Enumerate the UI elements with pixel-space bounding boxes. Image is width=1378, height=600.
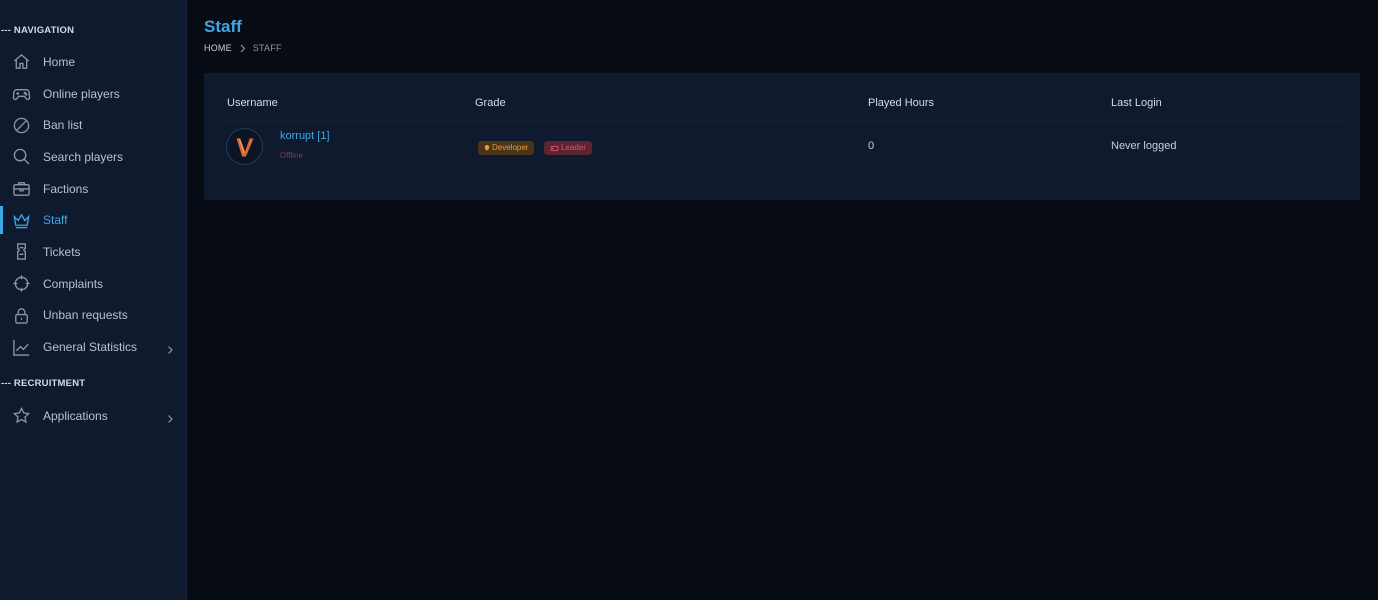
- column-header-last-login: Last Login: [1111, 97, 1162, 109]
- sidebar-item-label: Tickets: [43, 244, 81, 259]
- ban-icon: [12, 116, 31, 135]
- sidebar-item-label: Complaints: [43, 276, 104, 291]
- star-icon: [12, 406, 31, 425]
- page-title: Staff: [204, 17, 242, 36]
- user-logo-icon: [229, 131, 260, 162]
- column-header-username: Username: [227, 97, 278, 109]
- column-header-grade: Grade: [475, 97, 506, 109]
- sidebar-item-label: Ban list: [43, 118, 83, 133]
- navigation-section-title: --- NAVIGATION: [1, 25, 75, 36]
- crosshair-icon: [12, 274, 31, 293]
- sidebar-item-label: General Statistics: [43, 340, 138, 355]
- sidebar-item-label: Applications: [43, 408, 108, 423]
- sidebar-item-ban-list[interactable]: Ban list: [0, 109, 186, 141]
- grade-label: Developer: [492, 143, 529, 152]
- sidebar-item-label: Search players: [43, 149, 124, 164]
- sidebar-item-complaints[interactable]: Complaints: [0, 268, 186, 300]
- last-login-cell: Never logged: [1111, 140, 1177, 152]
- ticket-icon: [12, 242, 31, 261]
- grade-badge-leader: Leader: [544, 141, 592, 155]
- sidebar-item-label: Unban requests: [43, 308, 128, 323]
- breadcrumb-current: STAFF: [252, 43, 282, 53]
- chevron-right-icon: [239, 44, 246, 53]
- search-icon: [12, 147, 31, 166]
- sidebar-item-online-players[interactable]: Online players: [0, 78, 186, 110]
- breadcrumb-home[interactable]: HOME: [204, 43, 232, 53]
- column-header-played-hours: Played Hours: [868, 97, 935, 109]
- status-badge: Offline: [280, 151, 303, 160]
- grade-label: Leader: [561, 143, 586, 152]
- sidebar-item-unban-requests[interactable]: Unban requests: [0, 300, 186, 332]
- avatar[interactable]: [226, 128, 263, 165]
- briefcase-icon: [12, 179, 31, 198]
- app-root: --- NAVIGATION Home Online players Ban l…: [0, 0, 1378, 600]
- sidebar-item-factions[interactable]: Factions: [0, 173, 186, 205]
- sidebar-item-label: Staff: [43, 213, 68, 228]
- chart-line-icon: [12, 338, 31, 357]
- sidebar: --- NAVIGATION Home Online players Ban l…: [0, 0, 187, 600]
- sidebar-item-home[interactable]: Home: [0, 46, 186, 78]
- grade-badge-developer: Developer: [478, 141, 535, 155]
- header-divider: [226, 121, 1342, 122]
- sidebar-recruitment-nav: Applications: [0, 400, 186, 432]
- crown-icon: [12, 211, 31, 230]
- sidebar-item-label: Factions: [43, 181, 89, 196]
- sidebar-item-general-statistics[interactable]: General Statistics: [0, 331, 186, 363]
- lock-icon: [12, 306, 31, 325]
- gamepad-icon: [550, 145, 559, 152]
- main-content: Staff HOME STAFF Username Grade Played H…: [187, 0, 1378, 600]
- breadcrumb: HOME STAFF: [204, 43, 282, 53]
- sidebar-item-applications[interactable]: Applications: [0, 400, 186, 432]
- sidebar-item-label: Home: [43, 54, 76, 69]
- chevron-right-icon: [166, 342, 174, 354]
- home-icon: [12, 52, 31, 71]
- chevron-right-icon: [166, 411, 174, 423]
- sidebar-nav: Home Online players Ban list Search play…: [0, 46, 186, 363]
- played-hours-cell: 0: [868, 140, 875, 152]
- bulb-icon: [484, 144, 490, 152]
- sidebar-item-tickets[interactable]: Tickets: [0, 236, 186, 268]
- sidebar-item-search-players[interactable]: Search players: [0, 141, 186, 173]
- username-link[interactable]: korrupt [1]: [280, 130, 330, 142]
- recruitment-section-title: --- RECRUITMENT: [1, 378, 86, 389]
- sidebar-item-label: Online players: [43, 86, 120, 101]
- staff-table-card: Username Grade Played Hours Last Login k…: [204, 73, 1360, 200]
- gamepad-icon: [12, 84, 31, 103]
- sidebar-item-staff[interactable]: Staff: [0, 204, 186, 236]
